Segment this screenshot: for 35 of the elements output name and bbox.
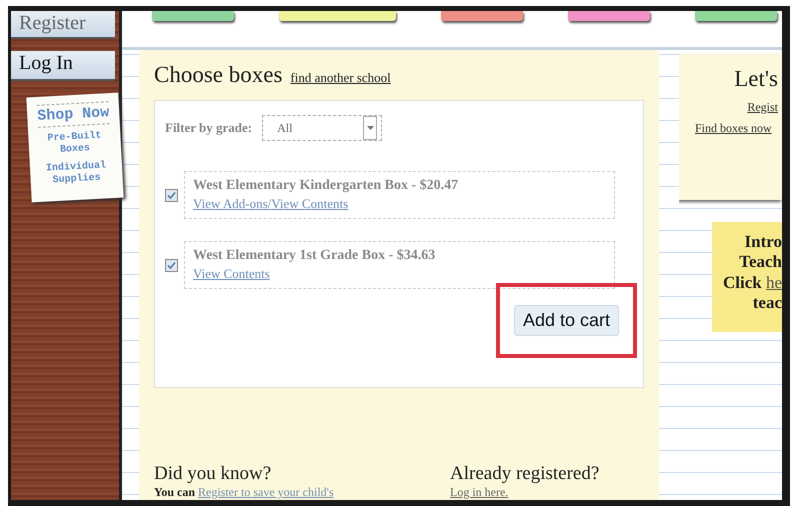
category-tab[interactable] — [279, 11, 396, 21]
grade-dropdown[interactable]: All — [262, 115, 382, 141]
login-link[interactable]: Log in here. — [450, 485, 600, 500]
item-checkbox[interactable] — [165, 258, 178, 272]
card-link[interactable]: Find boxes now — [695, 121, 772, 136]
contents-link[interactable]: View Contents — [193, 266, 606, 282]
note-text: Teach — [739, 252, 782, 273]
info-text: You can Register to save your child's — [154, 485, 334, 500]
nav-button[interactable]: Log In — [11, 51, 115, 81]
nav-button[interactable]: Register — [11, 11, 115, 39]
panel-title: Choose boxes — [154, 62, 282, 88]
find-school-link[interactable]: find another school — [290, 70, 391, 86]
box-name: West Elementary 1st Grade Box - $34.63 — [193, 248, 436, 264]
category-tab[interactable] — [568, 11, 650, 21]
note-text: Intro — [744, 232, 782, 252]
category-tab[interactable] — [152, 11, 234, 21]
note-text: teac — [752, 293, 782, 314]
note-text: Click he — [722, 272, 782, 294]
caret-icon — [363, 116, 378, 140]
category-tab[interactable] — [441, 11, 523, 21]
register-link[interactable]: Register to save your child's — [198, 485, 334, 499]
box-name: West Elementary Kindergarten Box - $20.47 — [193, 178, 460, 194]
item-checkbox[interactable] — [165, 188, 178, 202]
category-tab[interactable] — [695, 11, 777, 21]
info-heading: Already registered? — [450, 463, 600, 485]
contents-link[interactable]: View Add-ons/View Contents — [193, 196, 606, 212]
shop-link[interactable]: Pre-Built Boxes — [32, 130, 118, 158]
card-link[interactable]: Regist — [747, 100, 778, 115]
shop-title: Shop Now — [36, 101, 110, 128]
card-title: Let's — [734, 66, 778, 92]
add-to-cart-button[interactable]: Add to cart — [514, 305, 619, 336]
shop-link[interactable]: Individual Supplies — [34, 160, 119, 188]
filter-label: Filter by grade: — [165, 120, 252, 136]
info-heading: Did you know? — [154, 463, 272, 485]
note-link[interactable]: he — [766, 272, 782, 292]
